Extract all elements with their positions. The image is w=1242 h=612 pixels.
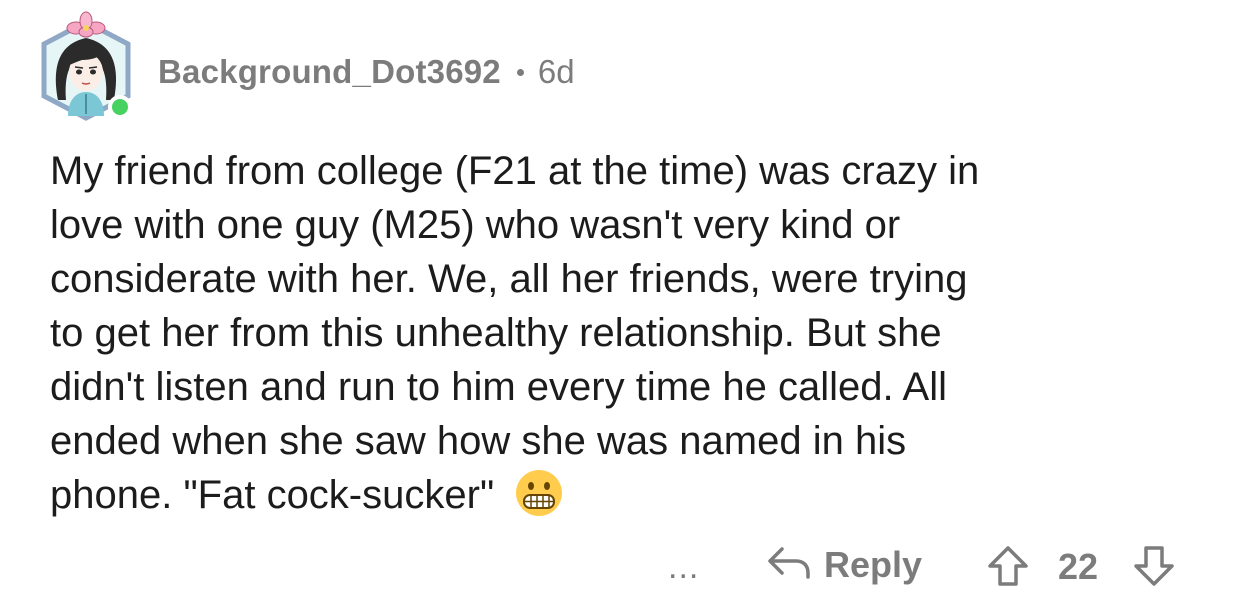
comment-line: ended when she saw how she was named in … bbox=[50, 419, 907, 463]
avatar[interactable] bbox=[36, 8, 136, 123]
username[interactable]: Background_Dot3692 bbox=[158, 53, 501, 91]
comment-line: to get her from this unhealthy relations… bbox=[50, 311, 942, 355]
vote-score: 22 bbox=[1058, 546, 1099, 587]
reply-arrow-icon bbox=[766, 543, 812, 588]
comment-line: considerate with her. We, all her friend… bbox=[50, 257, 968, 301]
upvote-arrow-icon[interactable] bbox=[986, 544, 1030, 593]
comment-body: My friend from college (F21 at the time)… bbox=[50, 144, 1220, 532]
comment-age: 6d bbox=[537, 53, 575, 90]
comment-line: love with one guy (M25) who wasn't very … bbox=[50, 203, 901, 247]
grimacing-face-icon bbox=[514, 468, 564, 532]
downvote-arrow-icon[interactable] bbox=[1132, 544, 1176, 593]
comment-meta: Background_Dot3692 6d bbox=[158, 52, 575, 92]
comment-actions: ... Reply 22 bbox=[0, 534, 1242, 594]
online-status-indicator bbox=[108, 95, 132, 119]
comment-line-text: phone. "Fat cock-sucker" bbox=[50, 473, 495, 517]
comment-last-line: phone. "Fat cock-sucker" bbox=[50, 468, 1220, 532]
reply-label: Reply bbox=[824, 544, 923, 585]
more-options-button[interactable]: ... bbox=[668, 548, 699, 587]
reply-button[interactable]: Reply bbox=[766, 542, 922, 588]
separator-dot bbox=[516, 68, 524, 76]
comment-line: My friend from college (F21 at the time)… bbox=[50, 149, 980, 193]
comment-line: didn't listen and run to him every time … bbox=[50, 365, 947, 409]
